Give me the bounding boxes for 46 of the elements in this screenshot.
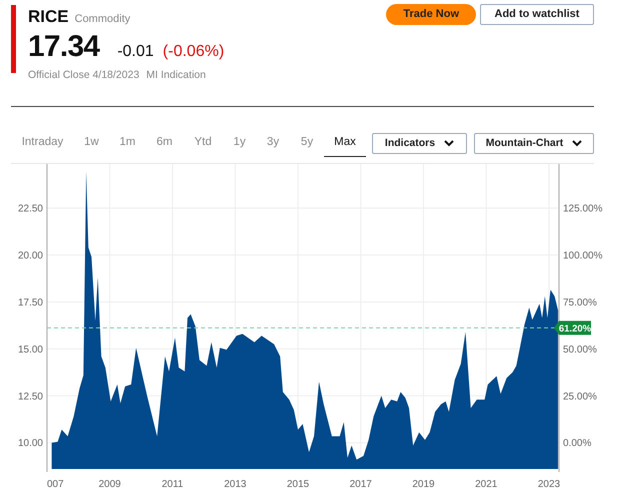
x-axis-label: 2011 xyxy=(162,479,184,490)
price: 17.34 xyxy=(28,30,100,64)
dropdown-button[interactable]: Mountain-Chart xyxy=(474,133,594,154)
indication-label: MI Indication xyxy=(146,68,206,82)
x-axis-label: 2015 xyxy=(286,479,310,490)
range-tab[interactable]: 1w xyxy=(74,130,109,157)
range-tab[interactable]: Max xyxy=(324,130,366,157)
range-tab[interactable]: 1y xyxy=(223,130,256,157)
trade-button[interactable]: Trade Now xyxy=(386,4,476,25)
y-axis-label: 15.00 xyxy=(18,344,43,356)
x-axis-label: 2023 xyxy=(538,479,560,490)
watchlist-button[interactable]: Add to watchlist xyxy=(480,4,594,25)
chevron-icon xyxy=(444,140,454,147)
percent-axis-label: 100.00% xyxy=(563,250,602,262)
range-tab[interactable]: 1m xyxy=(109,130,146,157)
y-axis-label: 17.50 xyxy=(18,297,43,308)
x-axis-label: 007 xyxy=(47,479,64,490)
y-axis-label: 22.50 xyxy=(18,204,43,215)
percent-marker: 61.20% xyxy=(554,320,592,335)
x-axis-label: 2021 xyxy=(475,479,498,490)
symbol: RICE xyxy=(28,6,69,28)
y-axis-label: 12.50 xyxy=(18,391,43,402)
price-change: -0.01 xyxy=(117,42,154,62)
x-axis-label: 2019 xyxy=(412,479,435,490)
range-tab[interactable]: Ytd xyxy=(183,130,223,157)
percent-axis-label: 0.00% xyxy=(563,438,592,450)
percent-change: (-0.06%) xyxy=(162,42,224,62)
range-tab[interactable]: 6m xyxy=(146,130,183,157)
accent-bar xyxy=(11,5,16,73)
x-axis-label: 2009 xyxy=(98,479,121,490)
percent-axis-label: 125.00% xyxy=(563,204,602,215)
ref-line-label: 61.20% xyxy=(558,323,592,334)
percent-axis-label: 50.00% xyxy=(563,344,597,356)
percent-axis-label: 75.00% xyxy=(563,297,597,308)
close-note: Official Close 4/18/2023 xyxy=(28,68,140,82)
x-axis-label: 2013 xyxy=(224,479,246,490)
asset-type: Commodity xyxy=(74,12,130,27)
dropdown-button[interactable]: Indicators xyxy=(372,133,467,154)
range-tab[interactable]: 3y xyxy=(256,130,290,157)
range-tab[interactable]: 5y xyxy=(290,130,324,157)
percent-axis-label: 25.00% xyxy=(563,391,597,402)
y-axis-label: 10.00 xyxy=(18,438,43,450)
range-tab[interactable]: Intraday xyxy=(11,130,74,157)
chevron-icon xyxy=(572,140,582,147)
x-axis-label: 2017 xyxy=(350,479,372,490)
y-axis-label: 20.00 xyxy=(18,250,43,262)
